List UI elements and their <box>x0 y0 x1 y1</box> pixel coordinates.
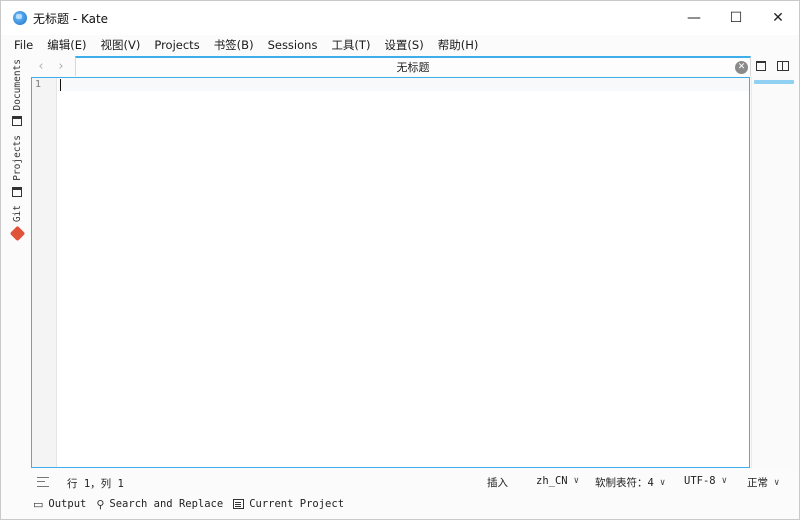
menu-bookmarks[interactable]: 书签(B) <box>207 35 261 55</box>
left-tool-strip: Documents Projects Git <box>7 57 27 467</box>
menu-file[interactable]: File <box>7 35 40 55</box>
editor-view[interactable]: 1 <box>31 77 750 468</box>
menu-tools[interactable]: 工具(T) <box>324 35 377 55</box>
document-tab-bar: ‹ › 无标题 ✕ <box>29 56 799 76</box>
tab-close-icon[interactable]: ✕ <box>735 61 748 74</box>
sidebar-tab-git[interactable]: Git <box>7 205 27 242</box>
sidebar-tab-documents-label: Documents <box>11 59 23 111</box>
window-title: 无标题 - Kate <box>33 11 109 26</box>
minimap-thumb[interactable] <box>754 80 794 84</box>
mode-selector[interactable]: 正常 ∨ <box>747 475 779 490</box>
git-icon <box>9 225 25 242</box>
split-view-button[interactable] <box>775 58 791 74</box>
document-icon <box>756 61 766 71</box>
search-replace-tool-button[interactable]: ⚲ Search and Replace <box>96 498 223 511</box>
new-document-button[interactable] <box>753 58 769 74</box>
menu-edit[interactable]: 编辑(E) <box>40 35 93 55</box>
maximize-button[interactable]: ☐ <box>715 1 757 35</box>
search-replace-label: Search and Replace <box>109 498 224 510</box>
language-label: zh_CN <box>536 475 568 487</box>
menu-bar: File 编辑(E) 视图(V) Projects 书签(B) Sessions… <box>1 35 799 55</box>
split-view-icon <box>777 61 789 71</box>
line-number: 1 <box>35 79 42 90</box>
indentation-label: 软制表符：4 <box>595 477 654 489</box>
document-icon <box>12 116 22 127</box>
output-icon: ▭ <box>33 497 44 511</box>
text-cursor <box>60 79 61 91</box>
menu-view[interactable]: 视图(V) <box>94 35 148 55</box>
chevron-down-icon: ∨ <box>774 477 780 488</box>
sidebar-tab-projects-label: Projects <box>11 135 23 181</box>
output-tool-button[interactable]: ▭ Output <box>33 498 86 511</box>
line-number-gutter: 1 <box>32 78 57 467</box>
chevron-down-icon: ∨ <box>721 476 728 486</box>
sidebar-tab-projects[interactable]: Projects <box>7 135 27 197</box>
toggle-sidebar-icon[interactable] <box>37 477 49 487</box>
indentation-selector[interactable]: 软制表符：4 ∨ <box>595 475 665 490</box>
tab-title: 无标题 <box>396 61 430 74</box>
chevron-down-icon: ∨ <box>573 476 580 486</box>
forward-arrow-icon[interactable]: › <box>51 56 71 76</box>
bottom-tool-bar: ▭ Output ⚲ Search and Replace Current Pr… <box>33 495 354 513</box>
minimap-scrollbar[interactable] <box>751 77 795 468</box>
current-project-tool-button[interactable]: Current Project <box>233 498 344 510</box>
menu-projects[interactable]: Projects <box>147 35 206 55</box>
back-arrow-icon[interactable]: ‹ <box>31 56 51 76</box>
mode-label: 正常 <box>747 477 768 489</box>
tab-untitled[interactable]: 无标题 ✕ <box>75 56 751 76</box>
kate-window: 无标题 - Kate — ☐ ✕ File 编辑(E) 视图(V) Projec… <box>0 0 800 520</box>
menu-sessions[interactable]: Sessions <box>261 35 325 55</box>
window-controls: — ☐ ✕ <box>673 1 799 35</box>
chevron-down-icon: ∨ <box>659 477 666 488</box>
search-icon: ⚲ <box>96 497 105 511</box>
status-bar: 行 1，列 1 插入 zh_CN ∨ 软制表符：4 ∨ UTF-8 ∨ 正常 ∨ <box>29 471 799 493</box>
encoding-label: UTF-8 <box>684 475 716 487</box>
minimize-button[interactable]: — <box>673 1 715 35</box>
kate-app-icon <box>13 11 27 25</box>
close-button[interactable]: ✕ <box>757 1 799 35</box>
project-icon <box>12 186 22 197</box>
sidebar-tab-documents[interactable]: Documents <box>7 59 27 127</box>
cursor-position[interactable]: 行 1，列 1 <box>67 476 124 491</box>
sidebar-tab-git-label: Git <box>11 205 23 223</box>
current-line-highlight <box>58 78 749 91</box>
output-label: Output <box>48 498 87 510</box>
menu-settings[interactable]: 设置(S) <box>377 35 430 55</box>
project-list-icon <box>233 499 245 509</box>
language-selector[interactable]: zh_CN ∨ <box>536 475 579 487</box>
menu-help[interactable]: 帮助(H) <box>431 35 486 55</box>
current-project-label: Current Project <box>249 498 345 510</box>
encoding-selector[interactable]: UTF-8 ∨ <box>684 475 727 487</box>
title-bar: 无标题 - Kate — ☐ ✕ <box>1 1 799 35</box>
input-mode[interactable]: 插入 <box>487 475 508 490</box>
